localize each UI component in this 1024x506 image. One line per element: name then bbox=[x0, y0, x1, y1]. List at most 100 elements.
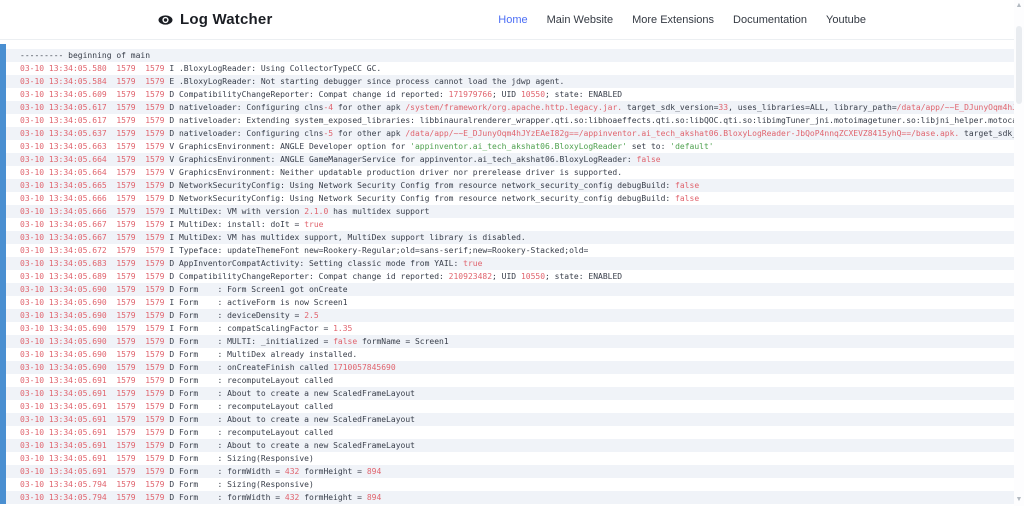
nav-link-home[interactable]: Home bbox=[498, 14, 527, 26]
log-segment: I Form : activeForm is now Screen1 bbox=[164, 298, 348, 307]
log-segment: 03-10 13:34:05.664 1579 1579 bbox=[20, 168, 165, 177]
log-line: 03-10 13:34:05.664 1579 1579 V GraphicsE… bbox=[6, 166, 1014, 179]
log-segment: I .BloxyLogReader: Using CollectorTypeCC… bbox=[164, 64, 382, 73]
log-segment: 03-10 13:34:05.690 1579 1579 bbox=[20, 324, 165, 333]
log-segment: 03-10 13:34:05.690 1579 1579 bbox=[20, 363, 165, 372]
log-line: 03-10 13:34:05.609 1579 1579 D Compatibi… bbox=[6, 88, 1014, 101]
log-segment: V GraphicsEnvironment: ANGLE GameManager… bbox=[164, 155, 637, 164]
log-segment: 03-10 13:34:05.637 1579 1579 bbox=[20, 129, 165, 138]
log-segment: 03-10 13:34:05.691 1579 1579 bbox=[20, 467, 165, 476]
log-segment: D AppInventorCompatActivity: Setting cla… bbox=[164, 259, 464, 268]
log-segment: /system/framework/org.apache.http.legacy… bbox=[405, 103, 623, 112]
log-segment: V GraphicsEnvironment: Neither updatable… bbox=[164, 168, 623, 177]
log-segment: 03-10 13:34:05.672 1579 1579 bbox=[20, 246, 165, 255]
log-segment: ; UID bbox=[492, 90, 521, 99]
log-segment: 03-10 13:34:05.667 1579 1579 bbox=[20, 233, 165, 242]
log-line: 03-10 13:34:05.617 1579 1579 D nativeloa… bbox=[6, 114, 1014, 127]
page-title: Log Watcher bbox=[180, 11, 273, 28]
brand: Log Watcher bbox=[158, 11, 272, 28]
log-segment: 1710057845690 bbox=[333, 363, 396, 372]
log-segment: 894 bbox=[366, 493, 382, 502]
nav-link-main-website[interactable]: Main Website bbox=[547, 14, 613, 26]
log-segment: 03-10 13:34:05.584 1579 1579 bbox=[20, 77, 165, 86]
log-segment: D Form : Sizing(Responsive) bbox=[164, 480, 314, 489]
log-segment: 03-10 13:34:05.617 1579 1579 bbox=[20, 103, 165, 112]
log-line: 03-10 13:34:05.690 1579 1579 D Form : on… bbox=[6, 361, 1014, 374]
scrollbar[interactable]: ▲ ▼ bbox=[1014, 0, 1024, 506]
log-line: 03-10 13:34:05.690 1579 1579 D Form : de… bbox=[6, 309, 1014, 322]
log-segment: 03-10 13:34:05.690 1579 1579 bbox=[20, 298, 165, 307]
log-segment: D Form : MultiDex already installed. bbox=[164, 350, 358, 359]
log-segment: false bbox=[675, 181, 700, 190]
log-segment: --------- beginning of main bbox=[20, 51, 151, 60]
log-segment: 432 bbox=[284, 467, 300, 476]
log-line: 03-10 13:34:05.672 1579 1579 I Typeface:… bbox=[6, 244, 1014, 257]
log-segment: for other apk bbox=[333, 129, 406, 138]
log-line: 03-10 13:34:05.666 1579 1579 D NetworkSe… bbox=[6, 192, 1014, 205]
log-line: 03-10 13:34:05.637 1579 1579 D nativeloa… bbox=[6, 127, 1014, 140]
log-segment: 03-10 13:34:05.691 1579 1579 bbox=[20, 402, 165, 411]
log-segment: D Form : Form Screen1 got onCreate bbox=[164, 285, 348, 294]
scrollbar-thumb[interactable] bbox=[1016, 26, 1022, 104]
log-segment: 1.35 bbox=[333, 324, 353, 333]
log-segment: 03-10 13:34:05.663 1579 1579 bbox=[20, 142, 165, 151]
nav: Home Main Website More Extensions Documenta… bbox=[498, 14, 866, 26]
log-segment: 2.5 bbox=[304, 311, 319, 320]
log-line: 03-10 13:34:05.663 1579 1579 V GraphicsE… bbox=[6, 140, 1014, 153]
log-segment: 03-10 13:34:05.609 1579 1579 bbox=[20, 90, 165, 99]
log-segment: D Form : recomputeLayout called bbox=[164, 428, 334, 437]
log-segment: I Form : compatScalingFactor = bbox=[164, 324, 334, 333]
log-line: 03-10 13:34:05.665 1579 1579 D NetworkSe… bbox=[6, 179, 1014, 192]
log-view[interactable]: --------- beginning of main 03-10 13:34:0… bbox=[0, 44, 1014, 504]
log-segment: false bbox=[333, 337, 358, 346]
log-segment: D Form : About to create a new ScaledFra… bbox=[164, 389, 415, 398]
log-segment: -5 bbox=[323, 129, 334, 138]
log-segment: D Form : formWidth = bbox=[164, 493, 285, 502]
log-segment: 03-10 13:34:05.794 1579 1579 bbox=[20, 493, 165, 502]
log-segment: D Form : MULTI: _initialized = bbox=[164, 337, 334, 346]
log-line: 03-10 13:34:05.691 1579 1579 D Form : Si… bbox=[6, 452, 1014, 465]
eye-icon bbox=[158, 14, 173, 26]
log-segment: D NetworkSecurityConfig: Using Network S… bbox=[164, 194, 676, 203]
header: Log Watcher Home Main Website More Extensi… bbox=[0, 0, 1024, 40]
nav-link-more-extensions[interactable]: More Extensions bbox=[632, 14, 714, 26]
log-segment: D CompatibilityChangeReporter: Compat ch… bbox=[164, 90, 449, 99]
log-segment: I Typeface: updateThemeFont new=Rookery-… bbox=[164, 246, 589, 255]
log-segment: -4 bbox=[323, 103, 334, 112]
log-segment: /data/app/~~E_DJunyOqm4hJYzEAeI82g==/app… bbox=[405, 129, 960, 138]
log-segment: 03-10 13:34:05.690 1579 1579 bbox=[20, 337, 165, 346]
scroll-down-icon[interactable]: ▼ bbox=[1014, 496, 1024, 504]
log-segment: false bbox=[675, 194, 700, 203]
log-segment: ; UID bbox=[492, 272, 521, 281]
log-segment: 03-10 13:34:05.691 1579 1579 bbox=[20, 454, 165, 463]
log-segment: 03-10 13:34:05.794 1579 1579 bbox=[20, 480, 165, 489]
log-line: 03-10 13:34:05.667 1579 1579 I MultiDex:… bbox=[6, 231, 1014, 244]
log-segment: 03-10 13:34:05.691 1579 1579 bbox=[20, 415, 165, 424]
log-segment: 03-10 13:34:05.664 1579 1579 bbox=[20, 155, 165, 164]
header-inner: Log Watcher Home Main Website More Extensi… bbox=[158, 11, 866, 28]
nav-link-youtube[interactable]: Youtube bbox=[826, 14, 866, 26]
log-segment: D nativeloader: Configuring clns bbox=[164, 129, 324, 138]
log-segment: 894 bbox=[366, 467, 382, 476]
log-segment: 03-10 13:34:05.691 1579 1579 bbox=[20, 376, 165, 385]
log-segment: 10550 bbox=[520, 272, 546, 281]
log-line: 03-10 13:34:05.690 1579 1579 D Form : Fo… bbox=[6, 283, 1014, 296]
log-line: 03-10 13:34:05.690 1579 1579 D Form : Mu… bbox=[6, 348, 1014, 361]
log-segment: 03-10 13:34:05.667 1579 1579 bbox=[20, 220, 165, 229]
log-segment: true bbox=[304, 220, 324, 229]
log-line: 03-10 13:34:05.690 1579 1579 I Form : ac… bbox=[6, 296, 1014, 309]
log-segment: 10550 bbox=[520, 90, 546, 99]
log-segment: ; state: ENABLED bbox=[545, 90, 623, 99]
log-line: 03-10 13:34:05.617 1579 1579 D nativeloa… bbox=[6, 101, 1014, 114]
log-line: 03-10 13:34:05.691 1579 1579 D Form : fo… bbox=[6, 465, 1014, 478]
nav-link-documentation[interactable]: Documentation bbox=[733, 14, 807, 26]
scroll-up-icon[interactable]: ▲ bbox=[1014, 2, 1024, 10]
log-segment: formHeight = bbox=[299, 493, 367, 502]
log-segment: D Form : Sizing(Responsive) bbox=[164, 454, 314, 463]
log-line: 03-10 13:34:05.683 1579 1579 D AppInvent… bbox=[6, 257, 1014, 270]
log-segment: formName = Screen1 bbox=[357, 337, 449, 346]
log-segment: /data/app/~~E_DJunyOqm4hJYzEAeI82g==/app… bbox=[896, 103, 1014, 112]
log-segment: has multidex support bbox=[328, 207, 430, 216]
log-segment: set to: bbox=[626, 142, 671, 151]
log-line: 03-10 13:34:05.691 1579 1579 D Form : re… bbox=[6, 400, 1014, 413]
